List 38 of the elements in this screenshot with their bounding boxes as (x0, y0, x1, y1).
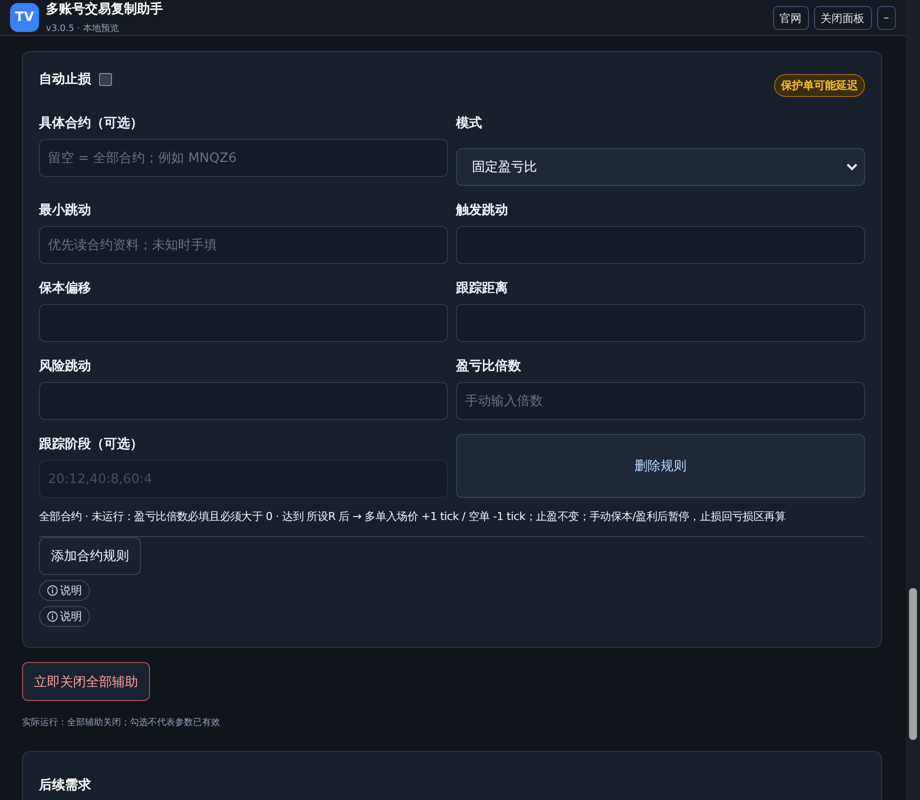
website-button[interactable]: 官网 (772, 6, 808, 30)
info-icon (47, 611, 58, 622)
field-label: 风险跳动 (39, 358, 92, 376)
version-text: v3.0.5 · 本地预览 (46, 22, 120, 35)
rule-summary: 全部合约 · 未运行：盈亏比倍数必填且必须大于 0 · 达到 所设R 后 → 多单入场价 +1 tick / 空单 -1 tick；止盈不变；手动保本/盈利后暂停，止损回亏损区再算 (39, 509, 786, 524)
chevron-down-icon (846, 163, 858, 171)
warning-badge: 保护单可能延迟 (774, 74, 865, 97)
input-field[interactable] (456, 226, 865, 264)
field-label: 触发跳动 (456, 202, 509, 220)
input-field[interactable]: 留空 = 全部合约；例如 MNQZ6 (39, 139, 448, 177)
close-all-button[interactable]: 立即关闭全部辅助 (22, 662, 150, 701)
input-field[interactable] (39, 304, 448, 342)
input-field[interactable] (456, 304, 865, 342)
help-button[interactable]: 说明 (39, 606, 90, 627)
dropdown[interactable]: 固定盈亏比 (456, 148, 865, 186)
field-label: 最小跳动 (39, 202, 92, 220)
field-label: 跟踪距离 (456, 280, 509, 298)
scrollbar[interactable] (906, 0, 920, 800)
section-title: 后续需求 (39, 776, 92, 794)
field-label: 保本偏移 (39, 280, 92, 298)
close-panel-button[interactable]: 关闭面板 (814, 6, 872, 30)
status-note: 实际运行：全部辅助关闭；勾选不代表参数已有效 (22, 716, 221, 729)
section-title: 自动止损 (39, 71, 91, 88)
app-title: 多账号交易复制助手 (46, 0, 164, 18)
input-field[interactable]: 手动输入倍数 (456, 382, 865, 420)
field-label: 跟踪阶段（可选） (39, 436, 144, 454)
checkbox[interactable] (99, 72, 112, 86)
field-label: 具体合约（可选） (39, 115, 144, 133)
info-icon (47, 585, 58, 596)
field-label: 盈亏比倍数 (456, 358, 522, 376)
minimize-button[interactable]: – (876, 6, 896, 30)
help-button[interactable]: 说明 (39, 580, 90, 601)
field-label: 模式 (456, 115, 483, 133)
input-field[interactable]: 优先读合约资料；未知时手填 (39, 226, 448, 264)
delete-rule-button[interactable]: 删除规则 (456, 434, 865, 498)
input-field[interactable] (39, 382, 448, 420)
app-logo: TV (10, 3, 39, 32)
add-rule-button[interactable]: 添加合约规则 (39, 537, 141, 575)
